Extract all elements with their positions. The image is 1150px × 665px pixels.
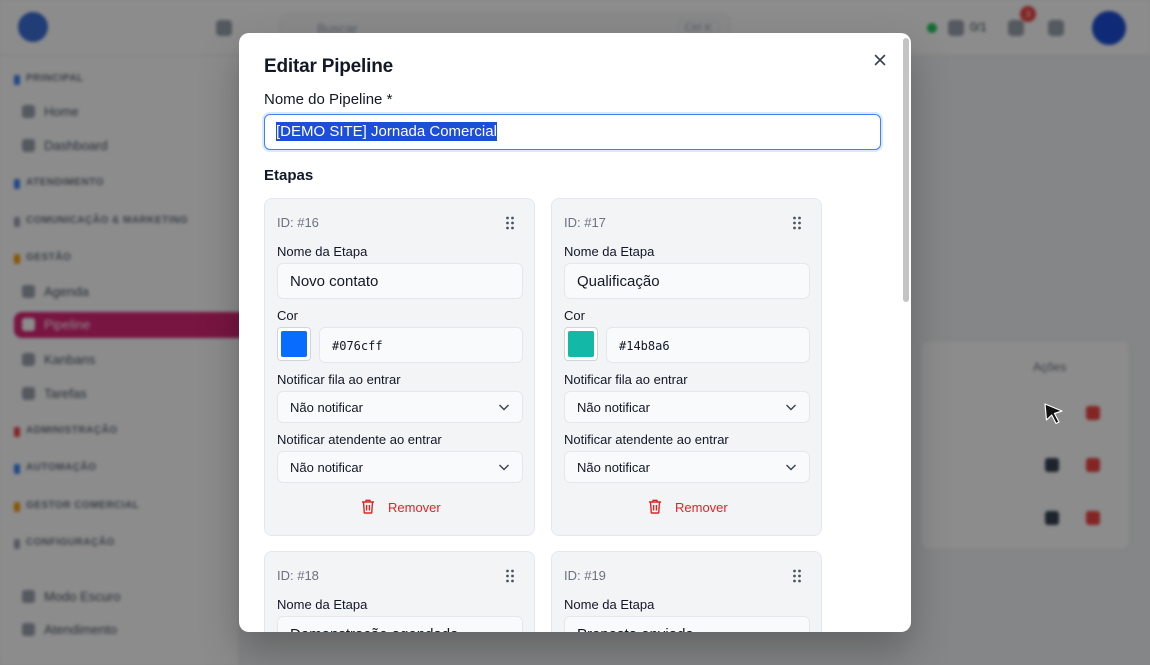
pipeline-name-input[interactable]: [DEMO SITE] Jornada Comercial (264, 114, 881, 150)
color-label: Cor (277, 308, 298, 323)
close-icon[interactable] (870, 50, 890, 70)
stage-id: ID: #18 (277, 568, 319, 583)
chevron-down-icon (786, 464, 796, 471)
edit-pipeline-modal: Editar Pipeline Nome do Pipeline * [DEMO… (239, 33, 911, 632)
stage-name-input[interactable]: Qualificação (564, 263, 810, 299)
stage-id: ID: #19 (564, 568, 606, 583)
stage-name-label: Nome da Etapa (277, 597, 368, 612)
modal-title: Editar Pipeline (264, 56, 393, 77)
stage-card: ID: #16 Nome da Etapa Novo contato Cor #… (264, 198, 535, 536)
drag-handle-icon[interactable] (505, 569, 515, 583)
color-hex-input[interactable]: #076cff (319, 327, 523, 363)
agent-notify-select[interactable]: Não notificar (277, 451, 523, 483)
stage-id: ID: #16 (277, 215, 319, 230)
agent-notify-select[interactable]: Não notificar (564, 451, 810, 483)
pipeline-name-label: Nome do Pipeline * (264, 91, 393, 108)
queue-notify-value: Não notificar (577, 400, 650, 415)
remove-label: Remover (388, 500, 441, 515)
queue-notify-select[interactable]: Não notificar (564, 391, 810, 423)
color-picker[interactable] (277, 327, 311, 361)
chevron-down-icon (499, 404, 509, 411)
stage-card: ID: #19 Nome da Etapa Proposta enviada (551, 551, 822, 632)
color-picker[interactable] (564, 327, 598, 361)
modal-scrollbar[interactable] (903, 38, 909, 302)
stage-name-label: Nome da Etapa (564, 597, 655, 612)
pipeline-name-value: [DEMO SITE] Jornada Comercial (276, 122, 497, 141)
queue-notify-label: Notificar fila ao entrar (277, 372, 401, 387)
agent-notify-value: Não notificar (577, 460, 650, 475)
drag-handle-icon[interactable] (792, 216, 802, 230)
queue-notify-value: Não notificar (290, 400, 363, 415)
trash-icon (649, 499, 661, 514)
mouse-cursor-icon (1044, 403, 1063, 425)
drag-handle-icon[interactable] (505, 216, 515, 230)
stages-title: Etapas (264, 167, 314, 184)
stage-name-label: Nome da Etapa (564, 244, 655, 259)
queue-notify-select[interactable]: Não notificar (277, 391, 523, 423)
chevron-down-icon (499, 464, 509, 471)
agent-notify-label: Notificar atendente ao entrar (277, 432, 442, 447)
trash-icon (362, 499, 374, 514)
remove-label: Remover (675, 500, 728, 515)
agent-notify-label: Notificar atendente ao entrar (564, 432, 729, 447)
stage-name-input[interactable]: Novo contato (277, 263, 523, 299)
stage-name-label: Nome da Etapa (277, 244, 368, 259)
color-hex-input[interactable]: #14b8a6 (606, 327, 810, 363)
stage-card: ID: #18 Nome da Etapa Demonstração agend… (264, 551, 535, 632)
agent-notify-value: Não notificar (290, 460, 363, 475)
drag-handle-icon[interactable] (792, 569, 802, 583)
stage-card: ID: #17 Nome da Etapa Qualificação Cor #… (551, 198, 822, 536)
chevron-down-icon (786, 404, 796, 411)
queue-notify-label: Notificar fila ao entrar (564, 372, 688, 387)
stage-name-input[interactable]: Demonstração agendada (277, 616, 523, 632)
stage-name-input[interactable]: Proposta enviada (564, 616, 810, 632)
stage-id: ID: #17 (564, 215, 606, 230)
color-label: Cor (564, 308, 585, 323)
